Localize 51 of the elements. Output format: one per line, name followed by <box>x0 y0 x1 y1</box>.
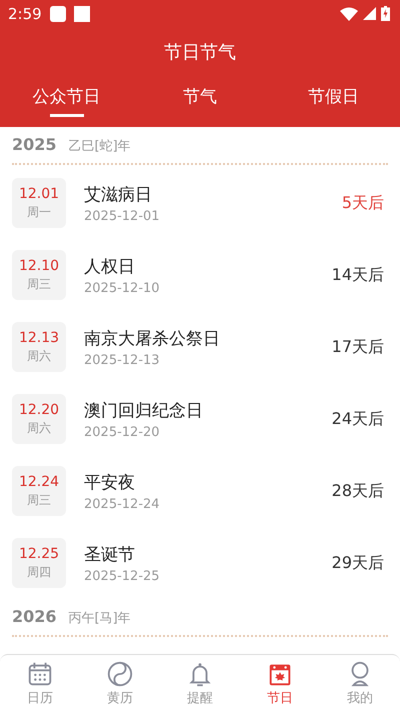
countdown-text: 5天后 <box>342 192 384 214</box>
tab[interactable]: 节气 <box>133 81 267 127</box>
notification-icon <box>74 6 90 22</box>
ganzhi-label: 丙午[马]年 <box>68 610 131 627</box>
date-text: 12.10 <box>18 258 60 274</box>
page-title: 节日节气 <box>164 40 236 64</box>
festival-name: 澳门回归纪念日 <box>84 400 204 422</box>
festival-name: 人权日 <box>84 256 136 278</box>
festival-name: 平安夜 <box>84 472 136 494</box>
weekday-text: 周三 <box>27 492 51 508</box>
tab[interactable]: 节假日 <box>266 81 400 127</box>
calendar-icon <box>26 660 54 688</box>
weekday-text: 周四 <box>27 564 51 580</box>
date-text: 12.13 <box>18 330 60 346</box>
countdown-text: 17天后 <box>332 336 384 358</box>
nav-item[interactable]: 提醒 <box>160 655 240 712</box>
date-text: 12.24 <box>18 474 60 490</box>
festival-date: 2025-12-25 <box>84 568 161 584</box>
countdown-text: 29天后 <box>332 552 384 574</box>
yin-yang-icon <box>106 660 134 688</box>
festival-date: 2025-12-24 <box>84 496 161 512</box>
countdown-text: 24天后 <box>332 408 384 430</box>
festival-name: 南京大屠杀公祭日 <box>84 328 221 350</box>
tab[interactable]: 公众节日 <box>0 81 134 127</box>
nav-item[interactable]: 黄历 <box>80 655 160 712</box>
ganzhi-label: 乙巳[蛇]年 <box>68 138 131 155</box>
year-label: 2026 <box>12 607 57 626</box>
nav-item[interactable]: 我的 <box>320 655 400 712</box>
wifi-icon <box>340 6 358 21</box>
weekday-text: 周一 <box>27 204 51 220</box>
countdown-text: 14天后 <box>332 264 384 286</box>
year-label: 2025 <box>12 135 57 154</box>
status-time: 2:59 <box>8 4 42 23</box>
nav-item[interactable]: 节日 <box>240 655 320 712</box>
nav-item[interactable]: 日历 <box>0 655 80 712</box>
date-text: 12.20 <box>18 402 60 418</box>
festival-date: 2025-12-10 <box>84 280 161 296</box>
signal-icon <box>363 7 376 20</box>
festival-date: 2025-12-13 <box>84 352 161 368</box>
countdown-text: 28天后 <box>332 480 384 502</box>
date-text: 12.01 <box>18 186 60 202</box>
weekday-text: 周六 <box>27 348 51 364</box>
weekday-text: 周六 <box>27 420 51 436</box>
festival-name: 艾滋病日 <box>84 184 153 206</box>
festival-date: 2025-12-20 <box>84 424 161 440</box>
date-text: 12.25 <box>18 546 60 562</box>
battery-icon <box>381 6 390 22</box>
festival-date: 2025-12-01 <box>84 208 161 224</box>
notification-icon <box>50 6 66 22</box>
weekday-text: 周三 <box>27 276 51 292</box>
festival-name: 圣诞节 <box>84 544 136 566</box>
